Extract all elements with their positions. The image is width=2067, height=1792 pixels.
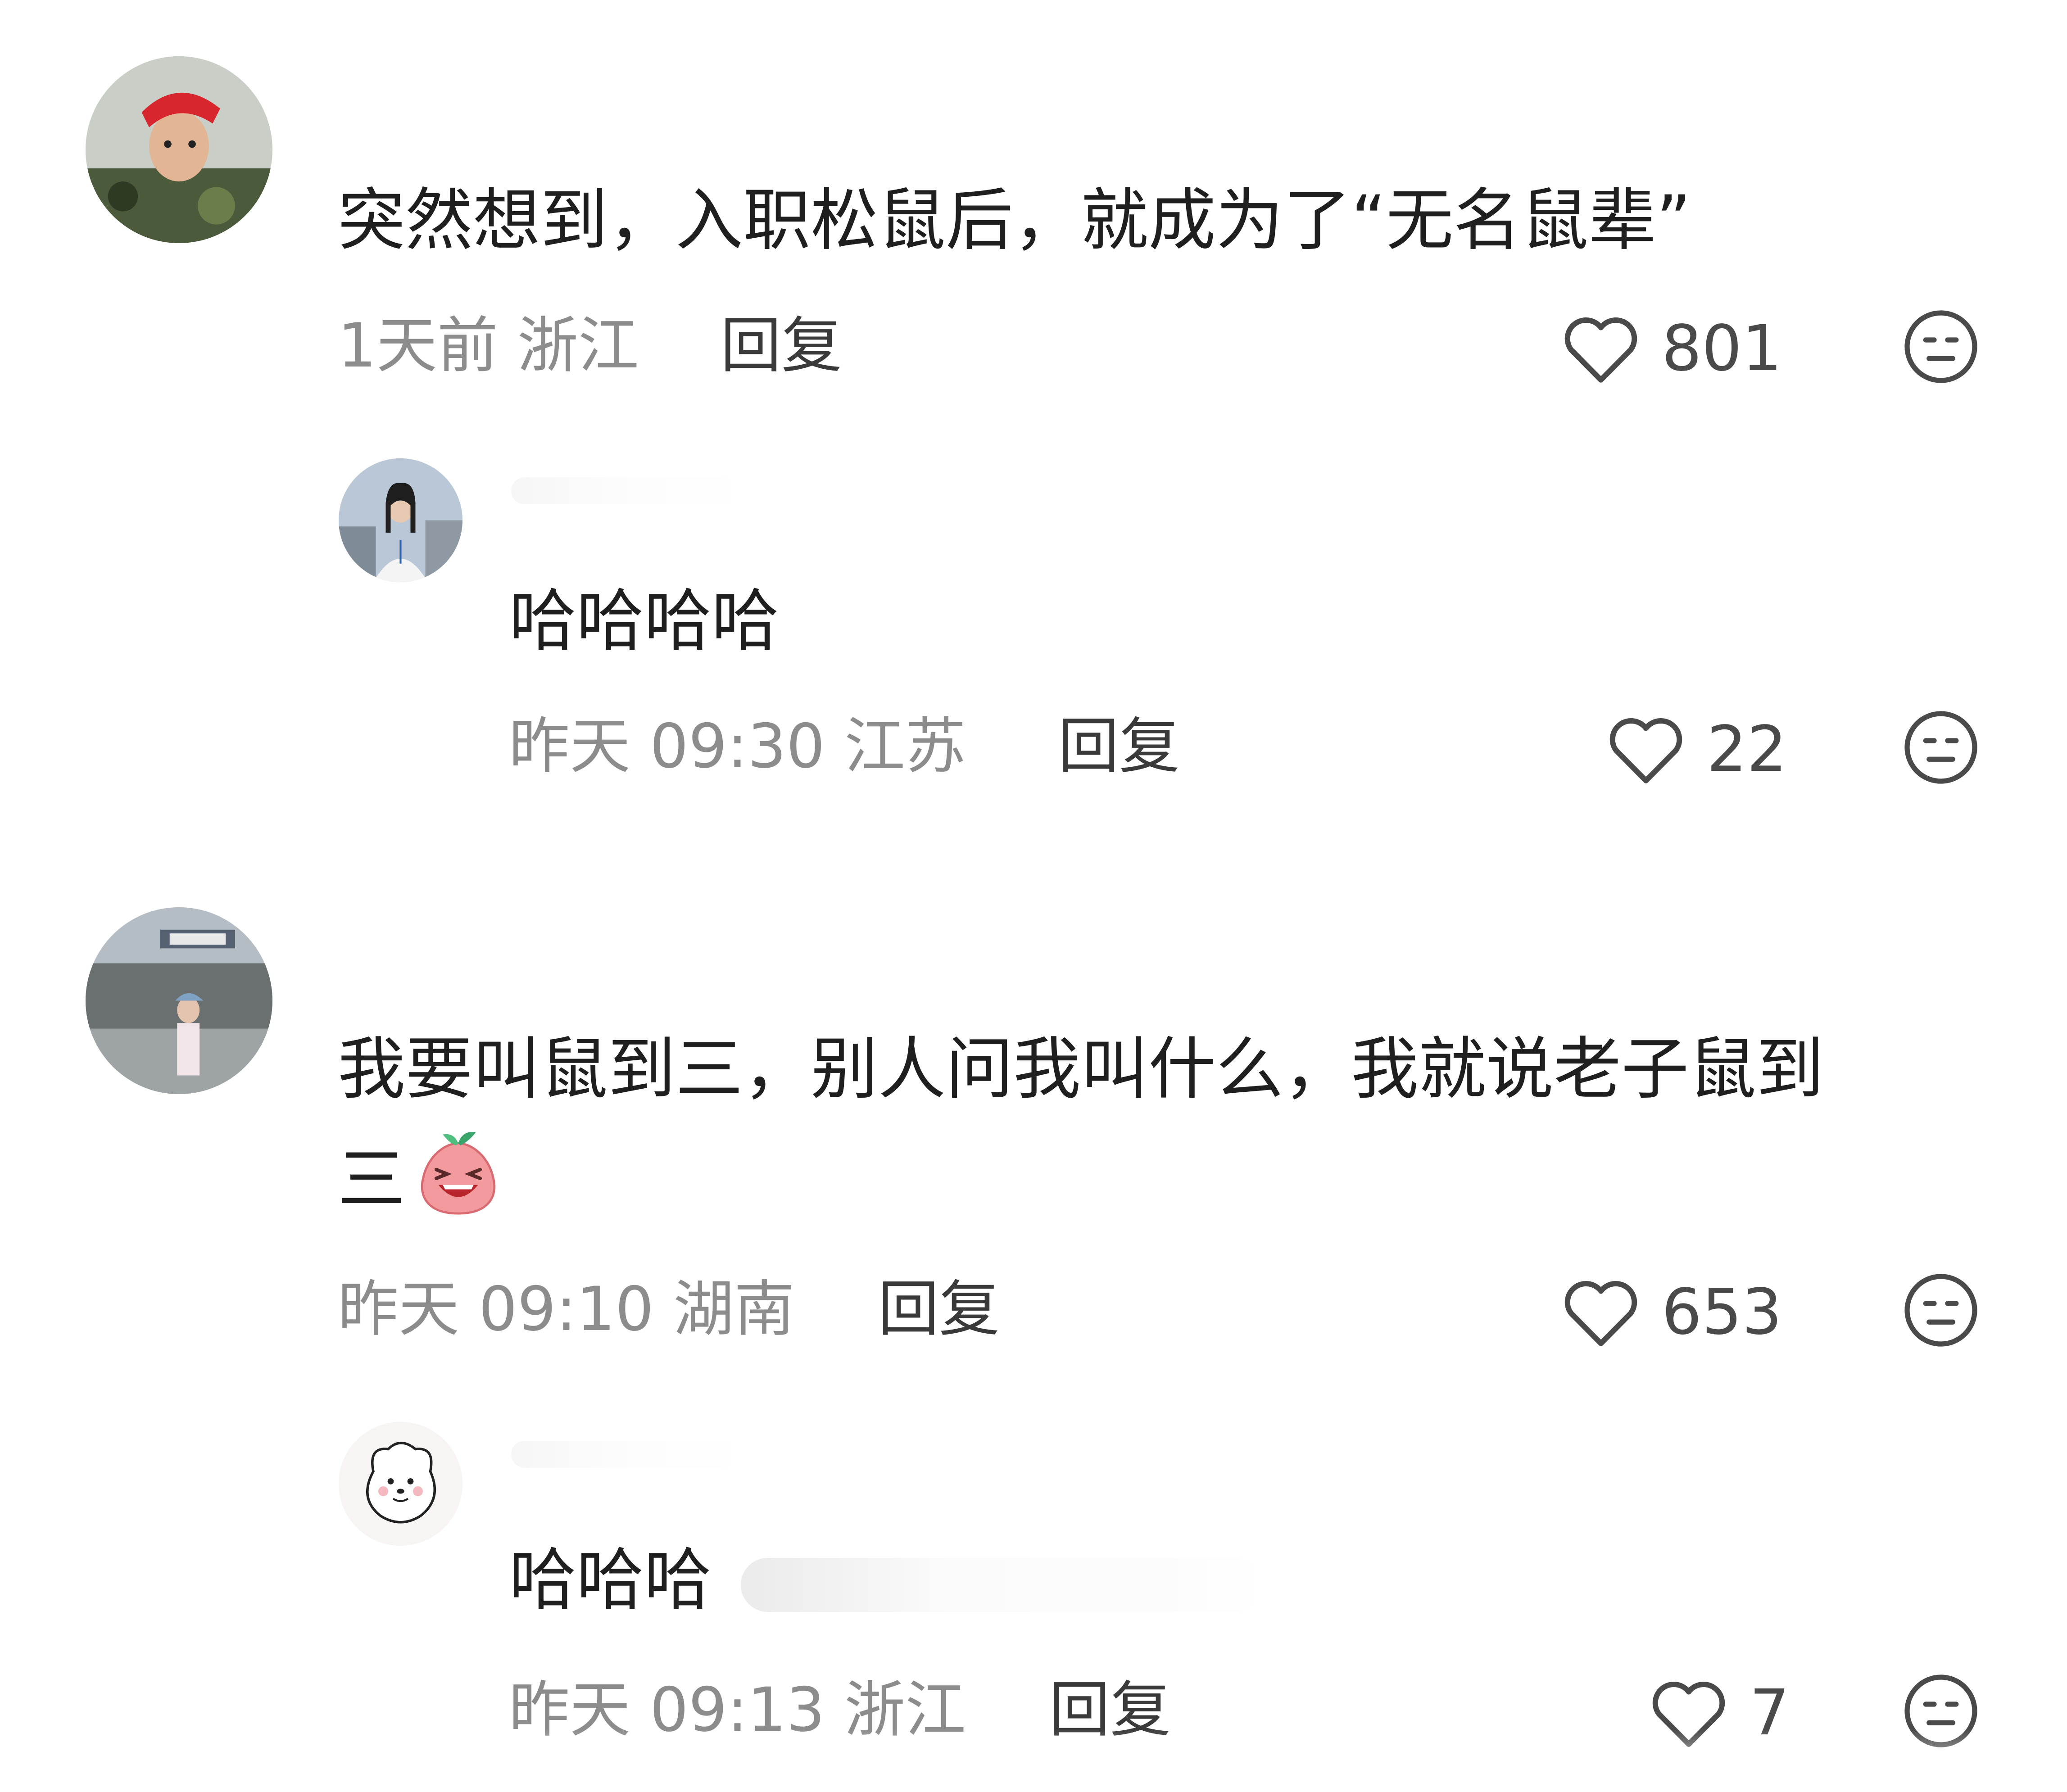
reply-button[interactable]: 回复 xyxy=(878,1279,1000,1339)
avatar-child-image xyxy=(86,56,272,243)
comment-meta: 昨天 09:30 江苏 xyxy=(509,711,966,782)
avatar[interactable] xyxy=(86,907,272,1094)
reply-button[interactable]: 回复 xyxy=(721,315,842,376)
comment-meta: 昨天 09:10 湖南 xyxy=(338,1274,795,1344)
like-count: 653 xyxy=(1662,1276,1782,1349)
comment-text: 哈哈哈哈 xyxy=(509,582,780,661)
comment-text-line-1: 我要叫鼠到三，别人问我叫什么，我就说老子鼠到 xyxy=(338,1030,1824,1109)
heart-outline-icon[interactable] xyxy=(1560,1274,1641,1349)
avatar-cartoon-dog-image xyxy=(339,1422,462,1546)
avatar-street-image xyxy=(86,907,272,1094)
avatar[interactable] xyxy=(339,1422,462,1546)
meh-face-icon[interactable] xyxy=(1900,306,1981,387)
laughing-peach-emoji xyxy=(421,1132,496,1215)
avatar[interactable] xyxy=(339,458,462,582)
meh-face-icon[interactable] xyxy=(1900,1270,1981,1351)
meh-face-icon[interactable] xyxy=(1900,707,1981,788)
comment-meta: 1天前 浙江 xyxy=(338,310,639,381)
heart-outline-icon[interactable] xyxy=(1560,311,1641,385)
blurred-text-fragment xyxy=(741,1558,1263,1612)
comment-text: 哈哈哈 xyxy=(509,1541,712,1620)
username-blurred xyxy=(511,477,745,504)
comment-text-line-2: 三 xyxy=(338,1140,406,1219)
comment-text: 突然想到，入职松鼠后，就成为了“无名鼠辈” xyxy=(338,181,1691,260)
like-count: 22 xyxy=(1707,713,1787,786)
username-blurred xyxy=(511,1441,745,1468)
like-count: 801 xyxy=(1662,312,1782,385)
avatar-woman-image xyxy=(339,458,462,582)
bottom-fade xyxy=(0,1729,2067,1792)
heart-outline-icon[interactable] xyxy=(1605,711,1686,786)
reply-button[interactable]: 回复 xyxy=(1058,716,1180,777)
avatar[interactable] xyxy=(86,56,272,243)
